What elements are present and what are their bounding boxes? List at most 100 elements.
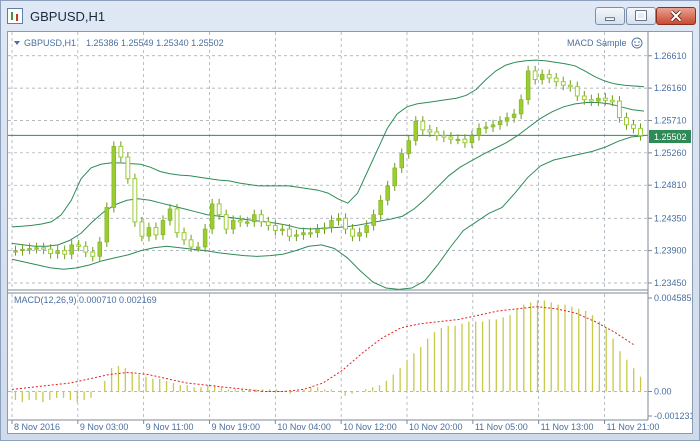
candle-body-bull [34,247,39,250]
candle-body-bull [69,244,74,255]
macd-tick-label: -0.001231 [654,411,692,421]
candle-body-bear [553,77,559,83]
candle-body-bull [55,250,60,254]
candle-body-bear [174,208,180,234]
candle-body-bull [315,228,320,233]
candle-body-bull [469,135,475,144]
candle-body-bear [588,99,594,102]
chart-window: GBPUSD,H1 GBPUSD,H1 1.25386 1.25549 1.25… [0,0,700,441]
candle-body-bull [329,220,334,228]
candle-body-bear [574,86,580,97]
minimize-button[interactable] [595,7,625,25]
maximize-icon [635,10,647,21]
candle-body-bear [434,131,440,137]
candle-body-bear [237,219,243,223]
ohlc-label: 1.25386 1.25549 1.25340 1.25502 [86,38,224,48]
bollinger-bands [11,59,645,290]
candle-body-bear [188,239,194,248]
candle-body-bear [441,135,447,138]
time-tick-label: 11 Nov 13:00 [541,422,594,432]
candle-body-bear [125,156,131,180]
smiley-icon[interactable] [631,37,643,49]
time-tick-label: 11 Nov 05:00 [475,422,528,432]
time-axis[interactable]: 8 Nov 2016 9 Nov 03:00 9 Nov 11:00 9 Nov 19… [11,420,660,432]
candle-body-bear [139,221,145,237]
bollinger-upper-line [11,59,645,228]
candle-body-bull [518,99,524,115]
candle-body-bull [97,241,103,257]
chart-window-icon[interactable] [7,8,23,24]
macd-axis[interactable]: 0.004585 0.00 -0.001231 [648,293,695,421]
candle-body-bull [104,207,110,243]
minimize-icon [605,17,615,21]
candle-body-bull [20,248,25,251]
candle-body-bear [118,145,124,158]
candle-body-bull [497,120,503,126]
candle-body-bull [357,232,362,237]
price-axis[interactable]: 1.26610 1.26160 1.25710 1.25260 1.24810 1.243… [648,51,687,288]
candle-body-bull [280,228,285,231]
candle-body-bear [609,99,615,103]
candle-body-bull [301,232,306,236]
title-bar[interactable]: GBPUSD,H1 [1,1,699,31]
candle-body-bear [638,127,643,137]
symbol-label: GBPUSD,H1 [24,38,76,48]
candle-body-bull [539,74,545,80]
candle-body-bull [336,217,341,221]
candle-body-bull [399,153,404,169]
candle-body-bull [308,232,313,235]
price-tick-label: 1.25710 [654,115,687,125]
candle-body-bear [631,124,636,129]
candle-body-bull [245,221,250,224]
chart-canvas[interactable]: GBPUSD,H1 1.25386 1.25549 1.25340 1.2550… [8,32,695,433]
candle-body-bear [581,95,587,101]
chart-area[interactable]: GBPUSD,H1 1.25386 1.25549 1.25340 1.2550… [7,31,695,434]
candle-body-bull [111,146,117,208]
candle-body-bear [427,129,433,133]
time-tick-label: 11 Nov 21:00 [607,422,660,432]
candle-body-bull [483,126,489,129]
close-button[interactable] [656,7,696,25]
candle-body-bull [525,70,531,100]
candle-body-bull [406,140,411,154]
candle-body-bull [392,167,397,187]
candle-body-bear [462,138,468,144]
chart-grid [8,32,648,420]
candle-body-bear [616,100,622,119]
candle-body-bear [258,214,264,223]
current-price-label: 1.25502 [654,132,687,142]
candle-body-bull [504,117,510,122]
macd-label: MACD(12,26,9) 0.000710 0.002169 [14,295,157,305]
candle-body-bull [230,220,236,230]
candle-body-bear [272,224,278,231]
time-tick-label: 10 Nov 20:00 [409,422,463,432]
dropdown-arrow-icon[interactable] [14,41,20,45]
maximize-button[interactable] [626,7,656,25]
candle-body-bull [378,199,383,215]
candle-body-bear [223,214,229,230]
candle-body-bull [596,97,601,102]
candle-body-bull [195,246,201,249]
price-tick-label: 1.23450 [654,278,687,288]
price-tick-label: 1.24350 [654,213,687,223]
candle-body-bull [371,214,376,226]
candle-body-bear [343,217,348,230]
candle-body-bull [455,138,461,141]
candle-body-bull [413,120,419,141]
candle-body-bear [286,228,292,237]
candle-body-bull [167,208,173,221]
macd-tick-label: 0.004585 [654,293,692,303]
candle-body-bear [448,136,454,140]
macd-tick-label: 0.00 [654,387,672,397]
time-tick-label: 9 Nov 11:00 [146,422,194,432]
candle-body-bull [476,128,482,136]
candle-body-bull [511,113,517,118]
candle-body-bear [420,120,426,131]
candle-body-bear [90,251,96,257]
candle-body-bull [13,250,18,253]
candle-body-bear [153,227,159,236]
price-tick-label: 1.23900 [654,246,687,256]
close-icon [670,10,682,22]
candle-body-bear [132,178,138,223]
candle-body-bull [160,220,166,236]
